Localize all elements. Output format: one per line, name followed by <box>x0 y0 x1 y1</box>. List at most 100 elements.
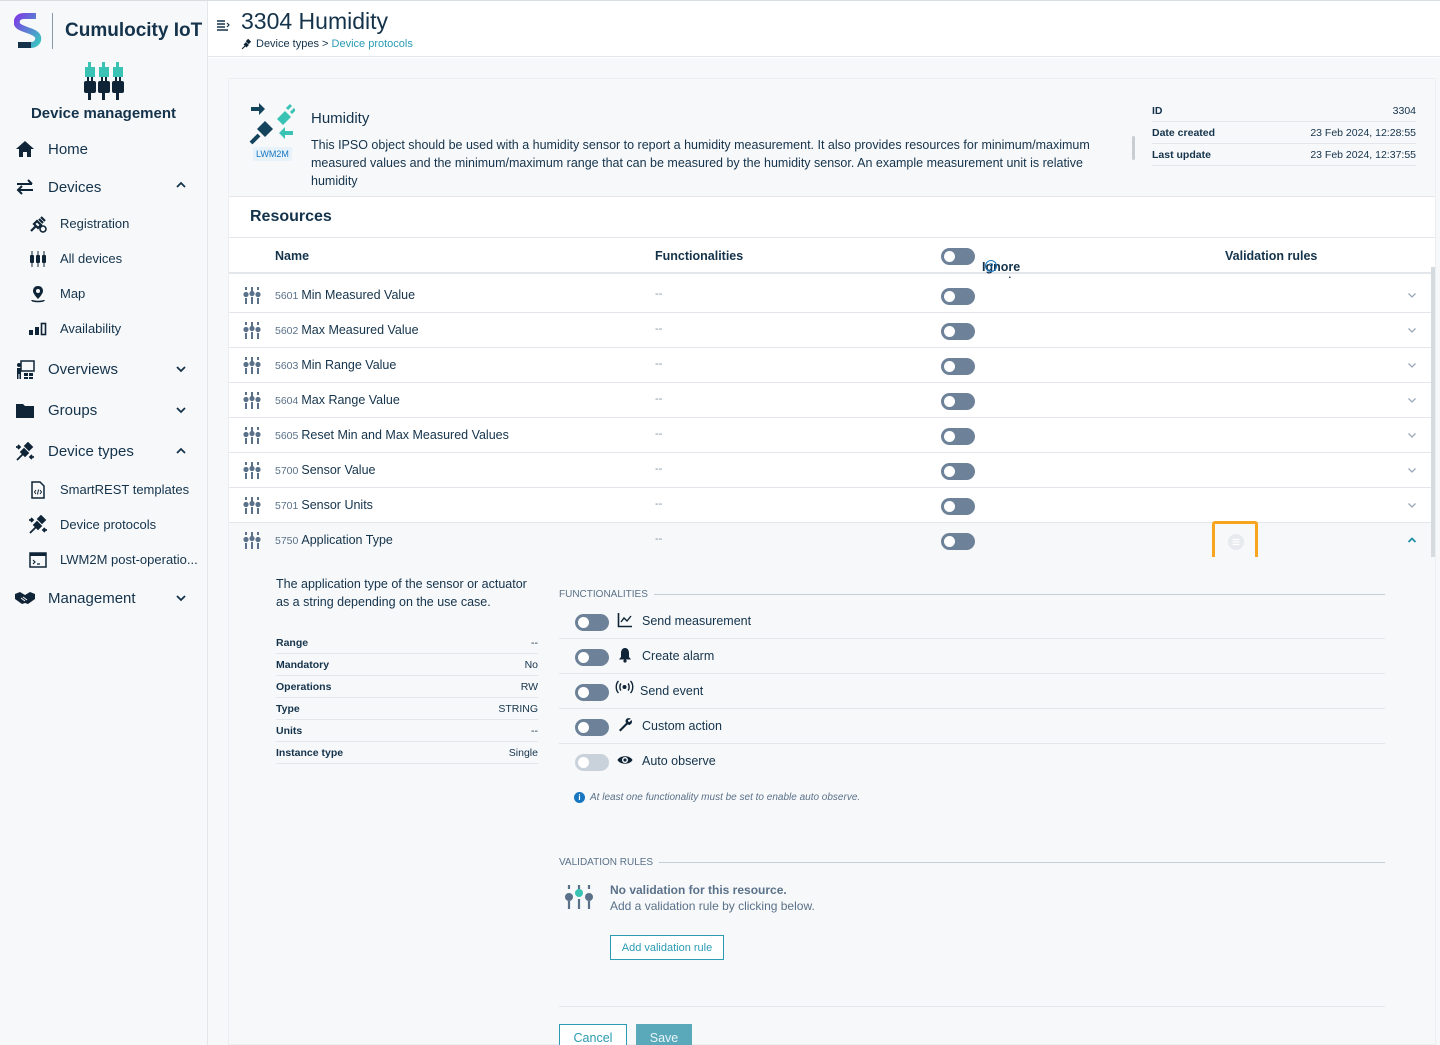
sidebar-item-map[interactable]: Map <box>0 276 207 311</box>
sliders-icon <box>565 885 593 909</box>
property-row: Type STRING <box>276 698 538 720</box>
sidebar-item-home[interactable]: Home <box>0 130 207 168</box>
resource-row[interactable]: 5603 Min Range Value -- <box>229 348 1435 383</box>
property-key: Units <box>276 724 303 737</box>
breadcrumb-separator: > <box>322 38 329 50</box>
sidebar-item-availability[interactable]: Availability <box>0 311 207 346</box>
chevron-down-icon <box>176 407 186 414</box>
sidebar-item-label: Device types <box>48 443 134 460</box>
resource-functionalities: -- <box>655 323 663 335</box>
sidebar-item-management[interactable]: Management <box>0 577 207 619</box>
resource-label: Sensor Units <box>301 498 373 512</box>
functionality-label: Send measurement <box>642 614 752 628</box>
sidebar-item-label: Devices <box>48 178 102 196</box>
column-name: Name <box>275 249 310 263</box>
save-button[interactable]: Save <box>636 1024 692 1045</box>
resource-row[interactable]: 5601 Min Measured Value -- <box>229 278 1435 313</box>
cancel-button[interactable]: Cancel <box>559 1024 627 1045</box>
resource-row[interactable]: 5604 Max Range Value -- <box>229 383 1435 418</box>
resource-label: Reset Min and Max Measured Values <box>301 428 509 442</box>
ignore-empty-toggle[interactable] <box>941 533 975 550</box>
meta-key: Date created <box>1152 126 1216 139</box>
chevron-up-icon[interactable] <box>1407 536 1417 544</box>
ignore-empty-all-toggle[interactable] <box>941 248 975 265</box>
sidebar-item-label: Home <box>48 140 89 158</box>
chevron-down-icon[interactable] <box>1407 326 1417 334</box>
property-key: Operations <box>276 680 332 693</box>
ignore-empty-toggle[interactable] <box>941 288 975 305</box>
chevron-up-icon <box>176 181 186 188</box>
plugs-icon <box>28 514 48 535</box>
code-file-icon <box>28 480 48 500</box>
meta-key: ID <box>1152 104 1163 117</box>
toggle-navigator-icon[interactable] <box>216 19 230 33</box>
resource-row[interactable]: 5605 Reset Min and Max Measured Values -- <box>229 418 1435 453</box>
plugs-icon <box>14 441 36 463</box>
custom-action-toggle[interactable] <box>575 719 609 736</box>
meta-value: 23 Feb 2024, 12:28:55 <box>1310 126 1416 139</box>
sidebar-item-label: Map <box>60 286 86 301</box>
meta-row: Date created 23 Feb 2024, 12:28:55 <box>1152 122 1416 144</box>
property-row: Units -- <box>276 720 538 742</box>
resources-title: Resources <box>250 208 332 225</box>
ignore-empty-toggle[interactable] <box>941 428 975 445</box>
functionalities-list: Send measurement Create alarm Send event… <box>559 604 1385 779</box>
wrench-icon <box>619 718 632 732</box>
cumulocity-logo-icon <box>14 13 42 48</box>
no-validation-hint: Add a validation rule by clicking below. <box>610 899 815 913</box>
ignore-empty-toggle[interactable] <box>941 463 975 480</box>
meta-value: 23 Feb 2024, 12:37:55 <box>1310 148 1416 161</box>
sidebar-item-lwm2m-post-operations[interactable]: LWM2M post-operatio... <box>0 542 207 577</box>
sidebar-item-all-devices[interactable]: All devices <box>0 241 207 276</box>
resource-name: 5700 Sensor Value <box>275 463 375 477</box>
functionality-label: Create alarm <box>642 649 715 663</box>
auto-observe-toggle[interactable] <box>575 754 609 771</box>
send-event-toggle[interactable] <box>575 684 609 701</box>
description-scrollbar[interactable] <box>1132 136 1135 160</box>
ignore-empty-toggle[interactable] <box>941 393 975 410</box>
resource-id: 5700 <box>275 465 299 477</box>
ignore-empty-toggle[interactable] <box>941 323 975 340</box>
resource-name: 5750 Application Type <box>275 533 393 547</box>
sidebar-item-registration[interactable]: Registration <box>0 206 207 241</box>
sidebar-item-device-protocols[interactable]: Device protocols <box>0 507 207 542</box>
send-measurement-toggle[interactable] <box>575 614 609 631</box>
sidebar-item-smartrest-templates[interactable]: SmartREST templates <box>0 472 207 507</box>
property-row: Range -- <box>276 632 538 654</box>
help-icon[interactable]: ? <box>985 260 997 272</box>
chevron-down-icon[interactable] <box>1407 361 1417 369</box>
ignore-empty-toggle[interactable] <box>941 358 975 375</box>
sliders-icon <box>243 392 261 409</box>
chevron-down-icon[interactable] <box>1407 431 1417 439</box>
sidebar-item-overviews[interactable]: Overviews <box>0 349 207 390</box>
sidebar-item-groups[interactable]: Groups <box>0 390 207 431</box>
chevron-down-icon <box>176 595 186 602</box>
resource-id: 5750 <box>275 535 299 547</box>
resources-list: 5601 Min Measured Value -- 5602 Max Measured… <box>229 278 1435 559</box>
resource-row[interactable]: 5701 Sensor Units -- <box>229 488 1435 523</box>
chevron-down-icon[interactable] <box>1407 396 1417 404</box>
chevron-down-icon[interactable] <box>1407 466 1417 474</box>
chevron-down-icon[interactable] <box>1407 291 1417 299</box>
ignore-empty-toggle[interactable] <box>941 498 975 515</box>
breadcrumb-device-protocols-link[interactable]: Device protocols <box>332 38 413 50</box>
broadcast-icon <box>615 680 634 694</box>
chevron-down-icon[interactable] <box>1407 501 1417 509</box>
object-info: LWM2M Humidity This IPSO object should b… <box>229 79 1435 197</box>
sliders-icon <box>243 497 261 514</box>
resource-row[interactable]: 5602 Max Measured Value -- <box>229 313 1435 348</box>
add-validation-rule-button[interactable]: Add validation rule <box>610 935 724 960</box>
protocol-card: LWM2M Humidity This IPSO object should b… <box>228 78 1436 1045</box>
resource-row[interactable]: 5700 Sensor Value -- <box>229 453 1435 488</box>
protocol-badge: LWM2M <box>253 147 292 161</box>
sidebar-item-device-types[interactable]: Device types <box>0 431 207 472</box>
object-meta: ID 3304 Date created 23 Feb 2024, 12:28:55… <box>1152 100 1416 166</box>
resource-functionalities: -- <box>655 533 663 545</box>
bell-icon <box>619 648 631 663</box>
resource-label: Max Range Value <box>301 393 400 407</box>
functionality-create-alarm: Create alarm <box>559 639 1385 674</box>
create-alarm-toggle[interactable] <box>575 649 609 666</box>
sliders-icon <box>243 322 261 339</box>
functionality-auto-observe: Auto observe <box>559 744 1385 779</box>
sidebar-item-devices[interactable]: Devices <box>0 168 207 206</box>
